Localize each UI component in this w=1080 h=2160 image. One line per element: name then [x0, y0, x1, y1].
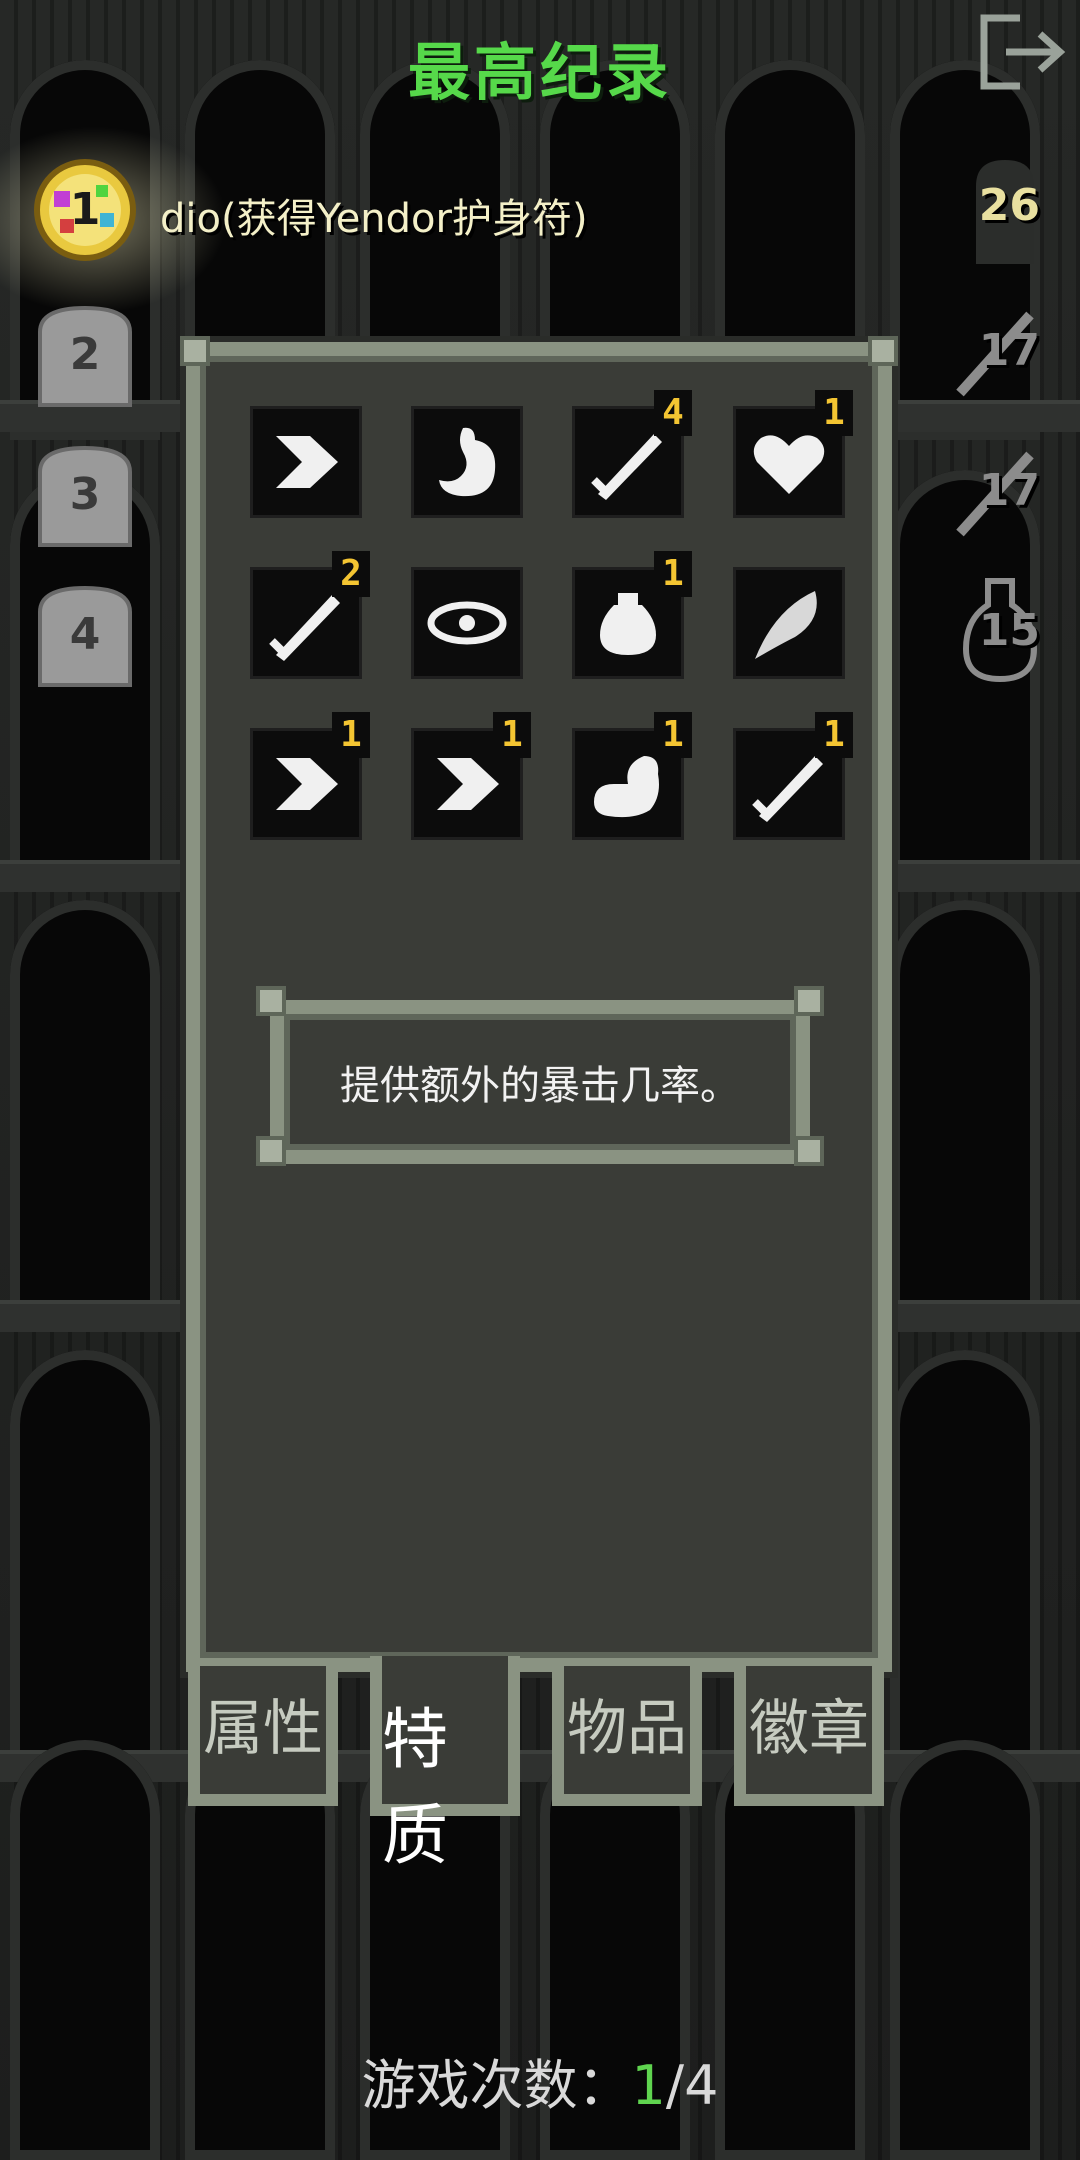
record-depth: 17 [978, 325, 1040, 376]
tab-badges[interactable]: 徽章 [734, 1666, 884, 1806]
talent-level-count: 4 [654, 390, 692, 436]
record-depth: 26 [978, 180, 1040, 231]
rank-number: 3 [69, 469, 101, 520]
record-depth: 17 [978, 465, 1040, 516]
tab-talents[interactable]: 特质 [370, 1656, 520, 1874]
games-played-current: 1 [631, 2054, 666, 2117]
rank-number: 2 [69, 329, 101, 380]
tab-attributes[interactable]: 属性 [188, 1666, 338, 1806]
talent-level-count: 1 [815, 390, 853, 436]
talent-slot[interactable]: 1 [733, 712, 853, 840]
stomach-icon [439, 427, 496, 497]
games-played-label: 游戏次数： [361, 2054, 632, 2117]
eye-icon [427, 601, 507, 645]
talent-slot[interactable]: 4 [572, 390, 692, 518]
games-played-total: /4 [665, 2054, 719, 2117]
talent-slot[interactable] [250, 406, 362, 518]
talent-slot[interactable]: 1 [572, 551, 692, 679]
talent-level-count: 1 [654, 551, 692, 597]
record-depth: 15 [978, 605, 1040, 656]
talent-slot[interactable]: 1 [250, 712, 370, 840]
dash-icon [276, 436, 338, 488]
talent-description: 提供额外的暴击几率。 [340, 1063, 740, 1109]
talent-slot[interactable] [411, 567, 523, 679]
talent-slot[interactable]: 1 [733, 390, 853, 518]
record-text: dio(获得Yendor护身符) [160, 196, 588, 242]
desc-corner [794, 986, 824, 1016]
games-played: 游戏次数：1/4 [0, 2041, 1080, 2120]
talent-level-count: 1 [815, 712, 853, 758]
desc-corner [256, 986, 286, 1016]
talent-level-count: 1 [493, 712, 531, 758]
exit-button[interactable] [978, 14, 1066, 90]
talent-level-count: 1 [654, 712, 692, 758]
feather-icon [755, 591, 817, 659]
talent-level-count: 2 [332, 551, 370, 597]
talent-level-count: 1 [332, 712, 370, 758]
panel-corner [868, 336, 898, 366]
talent-description-box: 提供额外的暴击几率。 [270, 1000, 810, 1164]
rank-number: 4 [69, 609, 101, 660]
talent-slot[interactable] [411, 406, 523, 518]
panel-corner [180, 336, 210, 366]
desc-corner [256, 1136, 286, 1166]
page-title: 最高纪录 [407, 36, 672, 109]
rank-number: 1 [69, 184, 101, 235]
exit-icon [980, 14, 1066, 90]
talent-slot[interactable]: 1 [572, 712, 692, 840]
tab-items[interactable]: 物品 [552, 1666, 702, 1806]
talent-slot[interactable] [733, 567, 845, 679]
desc-corner [794, 1136, 824, 1166]
talent-slot[interactable]: 2 [250, 551, 370, 679]
record-row[interactable]: 1 dio(获得Yendor护身符) 26 [0, 110, 1080, 310]
talent-slot[interactable]: 1 [411, 712, 531, 840]
